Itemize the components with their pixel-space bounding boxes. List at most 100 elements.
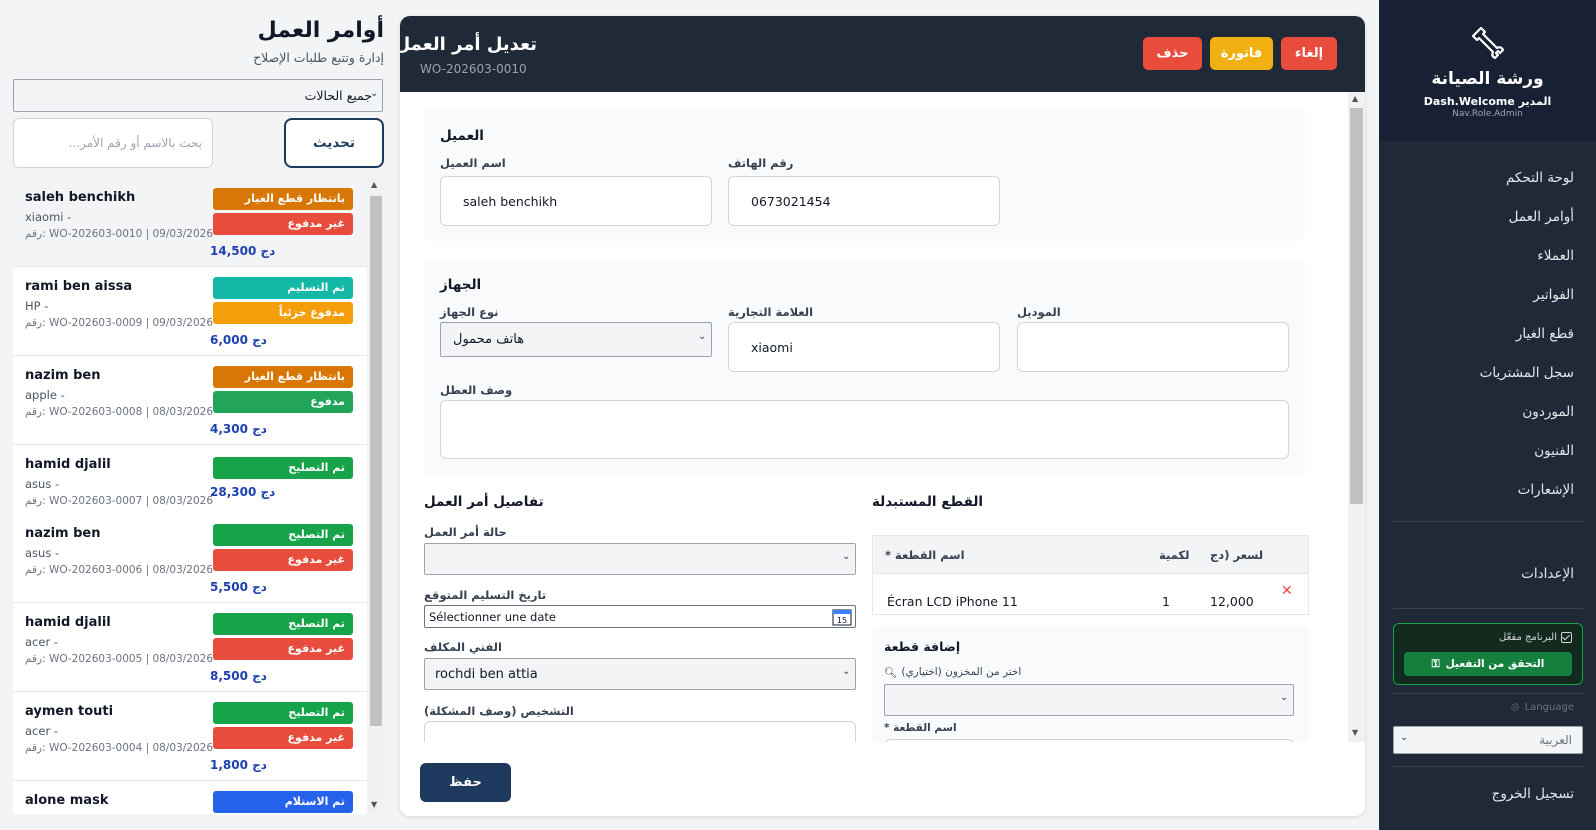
scroll-down-icon[interactable]: ▼: [1352, 728, 1358, 737]
customer-name: alone mask: [25, 793, 109, 808]
wrench-icon: [1471, 26, 1505, 60]
stock-select[interactable]: ⌄: [884, 684, 1294, 716]
list-scrollbar[interactable]: ▲ ▼: [367, 178, 385, 814]
customer-name-label: اسم العميل: [440, 156, 506, 170]
editor-title: تعديل أمر العمل: [400, 34, 537, 55]
device-type-select[interactable]: هاتف محمول ⌄: [440, 322, 712, 357]
parts-table: * اسم القطعة لكمية لسعر (دج Écran LCD iP…: [872, 535, 1309, 615]
device-type-value: هاتف محمول: [453, 332, 525, 347]
technician-select[interactable]: rochdi ben attia ⌄: [424, 658, 856, 690]
language-label-text: Language: [1524, 702, 1574, 713]
search-placeholder: ...بحث بالاسم أو رقم الأمر: [68, 136, 202, 150]
nav-dashboard[interactable]: لوحة التحكم: [1506, 170, 1574, 186]
activation-status: البرنامج مفعّل: [1499, 632, 1572, 643]
phone-value: 0673021454: [751, 194, 831, 209]
nav-notifications[interactable]: الإشعارات: [1518, 482, 1574, 498]
order-meta: رقم: WO-202603-0006 | 08/03/2026: [25, 564, 214, 576]
nav-suppliers[interactable]: الموردون: [1522, 404, 1574, 420]
order-amount: دج 28,300: [210, 485, 276, 499]
payment-badge: مدفوع: [213, 391, 353, 413]
list-item[interactable]: nazim ben apple - رقم: WO-202603-0008 | …: [13, 356, 367, 445]
cancel-button[interactable]: إلغاء: [1281, 37, 1337, 70]
save-button[interactable]: حفظ: [420, 763, 511, 802]
editor-header: تعديل أمر العمل WO-202603-0010 حذف فاتور…: [400, 16, 1365, 92]
status-badge: تم التصليح: [213, 613, 353, 635]
part-qty-cell: 1: [1162, 594, 1170, 609]
brand-field[interactable]: xiaomi: [728, 322, 1000, 372]
payment-badge: غير مدفوع: [213, 638, 353, 660]
payment-badge: غير مدفوع: [213, 549, 353, 571]
payment-badge: غير مدفوع: [213, 213, 353, 235]
activation-status-text: البرنامج مفعّل: [1499, 632, 1557, 643]
language-select[interactable]: العربية ⌄: [1393, 726, 1583, 754]
order-amount: دج 6,000: [210, 333, 267, 347]
nav-parts[interactable]: قطع الغيار: [1516, 326, 1574, 342]
verify-activation-button[interactable]: ⚿ التحقق من التفعيل: [1404, 652, 1572, 676]
nav-purchases[interactable]: سجل المشتريات: [1480, 365, 1574, 381]
nav-settings[interactable]: الإعدادات: [1521, 566, 1574, 582]
remove-part-icon[interactable]: ✕: [1281, 583, 1293, 599]
status-select[interactable]: ⌄: [424, 543, 856, 575]
activation-box: البرنامج مفعّل ⚿ التحقق من التفعيل: [1393, 623, 1583, 685]
technician-value: rochdi ben attia: [435, 667, 538, 682]
list-item[interactable]: saleh benchikh xiaomi - رقم: WO-202603-0…: [13, 178, 367, 267]
device-type-label: نوع الجهاز: [440, 305, 499, 319]
status-badge: تم التصليح: [213, 702, 353, 724]
page-title: أوامر العمل: [257, 18, 384, 43]
status-label: حالة أمر العمل: [424, 525, 507, 539]
col-part-name: * اسم القطعة: [885, 548, 965, 562]
device-brand: xiaomi -: [25, 210, 72, 224]
phone-field[interactable]: 0673021454: [728, 176, 1000, 226]
device-brand: acer -: [25, 635, 58, 649]
search-input[interactable]: ...بحث بالاسم أو رقم الأمر: [13, 118, 213, 168]
nav-work-orders[interactable]: أوامر العمل: [1509, 209, 1574, 225]
scroll-up-icon[interactable]: ▲: [371, 180, 377, 189]
scrollbar-thumb[interactable]: [370, 196, 382, 726]
device-card: الجهاز نوع الجهاز هاتف محمول ⌄ العلامة ا…: [424, 259, 1305, 475]
delivery-date-field[interactable]: Sélectionner une date 15: [424, 605, 856, 628]
details-section-title: تفاصيل أمر العمل: [424, 494, 544, 510]
editor-body: العميل اسم العميل saleh benchikh رقم اله…: [400, 92, 1365, 742]
delivery-date-placeholder: Sélectionner une date: [429, 610, 556, 624]
brand-value: xiaomi: [751, 340, 793, 355]
sidebar-divider: [1393, 766, 1583, 767]
order-amount: دج 14,500: [210, 244, 276, 258]
status-filter-select[interactable]: جميع الحالات ⌄: [13, 79, 383, 112]
order-meta: رقم: WO-202603-0009 | 09/03/2026: [25, 317, 214, 329]
refresh-button[interactable]: تحديث: [284, 118, 384, 168]
calendar-icon[interactable]: 15: [832, 608, 852, 626]
sidebar-divider: [1393, 693, 1583, 694]
order-amount: دج 1,800: [210, 758, 267, 772]
user-name: Dash.Welcome المدير: [1423, 95, 1552, 108]
invoice-button[interactable]: فاتورة: [1210, 37, 1273, 70]
editor-scrollbar[interactable]: ▲ ▼: [1348, 92, 1365, 742]
device-brand: asus -: [25, 477, 60, 491]
nav-customers[interactable]: العملاء: [1537, 248, 1574, 264]
customer-name: rami ben aissa: [25, 279, 133, 294]
delete-button[interactable]: حذف: [1143, 37, 1202, 70]
fault-description-field[interactable]: [440, 400, 1289, 459]
sidebar: ورشة الصيانة Dash.Welcome المدير Nav.Rol…: [1379, 0, 1596, 830]
scroll-down-icon[interactable]: ▼: [371, 800, 377, 809]
list-item[interactable]: rami ben aissa HP - رقم: WO-202603-0009 …: [13, 267, 367, 356]
model-field[interactable]: [1017, 322, 1289, 372]
list-item[interactable]: aymen touti acer - رقم: WO-202603-0004 |…: [13, 692, 367, 781]
status-badge: بانتظار قطع الغيار: [213, 188, 353, 210]
customer-name: aymen touti: [25, 704, 114, 719]
scroll-up-icon[interactable]: ▲: [1352, 94, 1358, 103]
list-item[interactable]: hamid djalil acer - رقم: WO-202603-0005 …: [13, 603, 367, 692]
nav-technicians[interactable]: الفنيون: [1534, 443, 1574, 459]
payment-badge: غير مدفوع: [213, 727, 353, 749]
logout-link[interactable]: تسجيل الخروج: [1492, 786, 1574, 802]
customer-name-field[interactable]: saleh benchikh: [440, 176, 712, 226]
list-item[interactable]: alone mask تم الاستلام: [13, 781, 367, 814]
device-brand: HP -: [25, 299, 49, 313]
work-order-code: WO-202603-0010: [420, 62, 527, 76]
customer-name: saleh benchikh: [25, 190, 136, 205]
diagnosis-field[interactable]: [424, 721, 856, 742]
customer-name: hamid djalil: [25, 457, 111, 472]
device-section-title: الجهاز: [440, 277, 482, 293]
scrollbar-thumb[interactable]: [1350, 108, 1363, 504]
list-item[interactable]: nazim ben asus - رقم: WO-202603-0006 | 0…: [13, 514, 367, 603]
nav-invoices[interactable]: الفواتير: [1533, 287, 1574, 303]
